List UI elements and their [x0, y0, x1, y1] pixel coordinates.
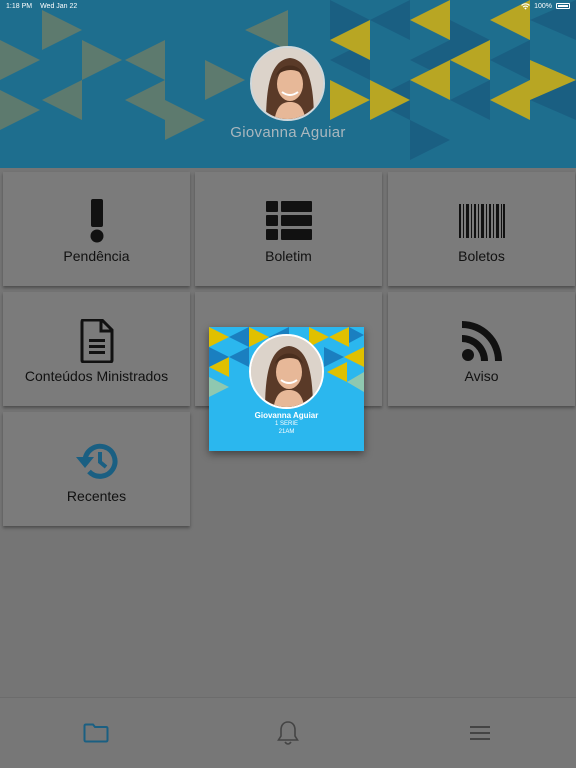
tile-aviso[interactable]: Aviso: [388, 292, 575, 406]
student-card-class: 21AM: [278, 429, 295, 435]
student-card-name: Giovanna Aguiar: [254, 411, 319, 420]
tile-label-aviso: Aviso: [464, 368, 499, 384]
status-bar: 1:18 PM Wed Jan 22 100%: [0, 0, 576, 12]
bell-icon: [277, 721, 299, 745]
tile-label-boletos: Boletos: [458, 248, 505, 264]
bottom-nav: [0, 697, 576, 768]
tile-boletim[interactable]: Boletim: [195, 172, 382, 286]
nav-folder-button[interactable]: [76, 718, 116, 748]
exclamation-icon: [90, 199, 103, 243]
student-card-avatar: [249, 334, 324, 409]
folder-icon: [83, 723, 109, 743]
tile-boletos[interactable]: Boletos: [388, 172, 575, 286]
tile-label-conteudos: Conteúdos Ministrados: [24, 368, 169, 384]
grid-list-icon: [265, 201, 312, 240]
battery-icon: [556, 3, 570, 9]
history-icon: [75, 443, 117, 479]
menu-icon: [470, 726, 490, 740]
student-card[interactable]: Giovanna Aguiar 1 SERIE 21AM: [209, 327, 364, 451]
tile-pendencia[interactable]: Pendência: [3, 172, 190, 286]
tile-label-pendencia: Pendência: [63, 248, 130, 264]
tile-label-recentes: Recentes: [66, 488, 127, 504]
barcode-icon: [458, 204, 505, 238]
profile-avatar[interactable]: [250, 46, 325, 121]
status-date: Wed Jan 22: [40, 2, 78, 10]
student-card-grade: 1 SERIE: [274, 421, 298, 427]
wifi-icon: [521, 2, 530, 10]
profile-header: Giovanna Aguiar: [0, 0, 576, 168]
rss-icon: [461, 321, 502, 361]
status-time: 1:18 PM: [6, 2, 33, 10]
tile-conteudos-ministrados[interactable]: Conteúdos Ministrados: [3, 292, 190, 406]
tile-label-boletim: Boletim: [265, 248, 312, 264]
tile-recentes[interactable]: Recentes: [3, 412, 190, 526]
battery-percent: 100%: [534, 2, 552, 10]
document-icon: [80, 319, 113, 363]
profile-name: Giovanna Aguiar: [230, 124, 346, 141]
nav-bell-button[interactable]: [268, 718, 308, 748]
nav-menu-button[interactable]: [460, 718, 500, 748]
